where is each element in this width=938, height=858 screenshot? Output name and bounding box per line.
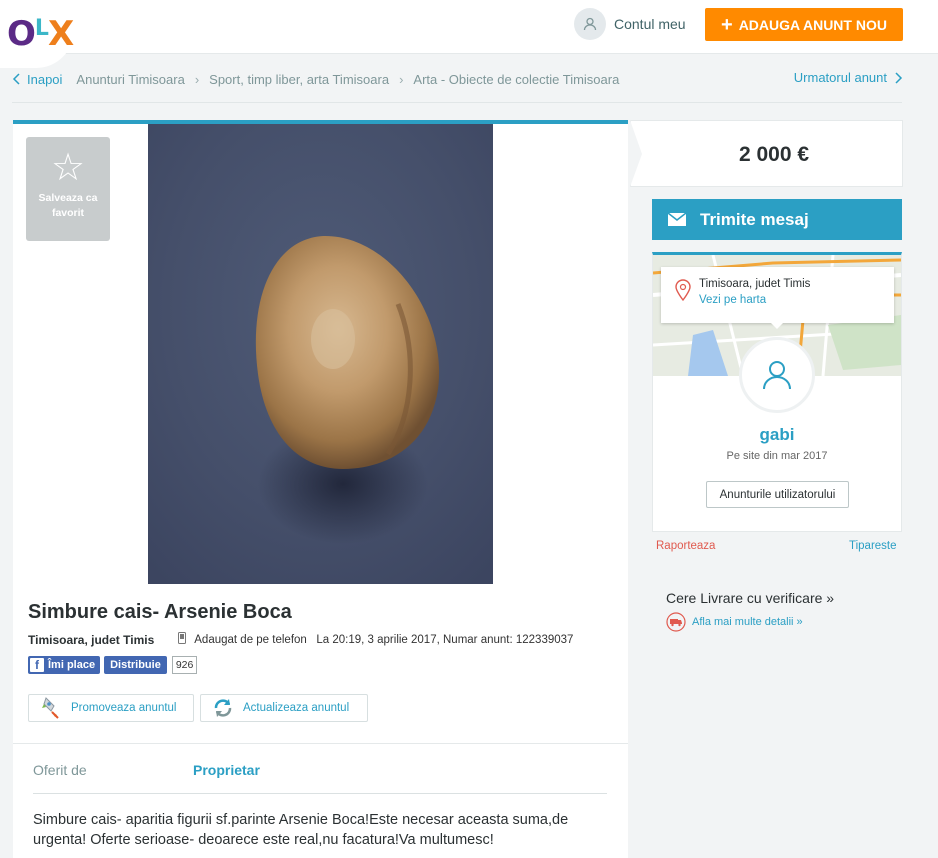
top-header: OLX Contul meu + ADAUGA ANUNT NOU	[0, 0, 938, 68]
rocket-icon	[39, 696, 63, 720]
delivery-more-link[interactable]: Afla mai multe detalii »	[666, 612, 803, 632]
account-label: Contul meu	[614, 16, 686, 32]
delivery-title-link[interactable]: Cere Livrare cu verificare »	[666, 590, 834, 606]
user-ads-button[interactable]: Anunturile utilizatorului	[706, 481, 849, 508]
seller-since: Pe site din mar 2017	[726, 450, 828, 462]
favorite-label: Salveaza ca favorit	[38, 192, 98, 219]
price-box: 2 000 €	[630, 120, 903, 187]
ad-description: Simbure cais- aparitia figurii sf.parint…	[33, 812, 569, 848]
add-ad-label: ADAUGA ANUNT NOU	[738, 16, 887, 33]
facebook-share-label: Distribuie	[110, 659, 161, 671]
phone-icon	[178, 632, 187, 647]
offered-by-value[interactable]: Proprietar	[193, 762, 260, 793]
facebook-share-button[interactable]: Distribuie	[104, 656, 167, 674]
send-message-label: Trimite mesaj	[700, 209, 809, 229]
chevron-right-icon: ›	[194, 71, 200, 87]
seller-card: Timisoara, judet Timis Vezi pe harta gab…	[652, 252, 902, 532]
promote-ad-label: Promoveaza anuntul	[71, 702, 177, 714]
map-card-tip	[771, 323, 783, 329]
back-label: Inapoi	[27, 71, 63, 87]
olx-logo[interactable]: OLX	[0, 0, 74, 68]
breadcrumb-item-city[interactable]: Anunturi Timisoara	[76, 72, 184, 87]
breadcrumb-item-category[interactable]: Sport, timp liber, arta Timisoara	[209, 72, 389, 87]
facebook-icon: f	[30, 658, 44, 672]
user-icon	[763, 361, 791, 390]
ad-photo[interactable]	[148, 124, 493, 584]
ad-main-card: ☆ Salveaza ca favorit Simbure cais- Arse…	[13, 120, 628, 858]
seller-name[interactable]: gabi	[653, 425, 901, 445]
account-link[interactable]: Contul meu	[574, 8, 686, 40]
report-link[interactable]: Raporteaza	[656, 540, 715, 552]
chevron-right-icon	[895, 71, 903, 84]
facebook-like-button[interactable]: f Îmi place	[28, 656, 101, 674]
refresh-ad-button[interactable]: Actualizeaza anuntul	[200, 694, 368, 722]
map-location-card: Timisoara, judet Timis Vezi pe harta	[661, 267, 894, 329]
facebook-like-label: Îmi place	[48, 659, 96, 671]
user-icon	[574, 8, 606, 40]
ad-added-info: Adaugat de pe telefon La 20:19, 3 aprili…	[194, 633, 574, 646]
next-ad-link[interactable]: Urmatorul anunt	[794, 70, 903, 85]
social-share: f Îmi place Distribuie 926	[28, 656, 198, 674]
section-divider	[13, 743, 628, 744]
refresh-ad-label: Actualizeaza anuntul	[243, 702, 350, 714]
ad-actions: Promoveaza anuntul Actualizeaza anuntul	[28, 694, 374, 722]
print-link[interactable]: Tipareste	[849, 540, 897, 552]
location-pin-icon	[675, 279, 691, 301]
delivery-more-label: Afla mai multe detalii »	[692, 616, 803, 628]
offered-by-row: Oferit de Proprietar	[33, 762, 607, 794]
plus-icon: +	[721, 13, 733, 36]
refresh-icon	[211, 696, 235, 720]
add-ad-button[interactable]: + ADAUGA ANUNT NOU	[705, 8, 903, 41]
chevron-left-icon	[12, 73, 20, 85]
breadcrumb: Inapoi Anunturi Timisoara › Sport, timp …	[12, 70, 619, 88]
promote-ad-button[interactable]: Promoveaza anuntul	[28, 694, 194, 722]
back-link[interactable]: Inapoi	[12, 72, 62, 87]
offered-by-key: Oferit de	[33, 762, 87, 778]
ad-meta: Timisoara, judet Timis Adaugat de pe tel…	[28, 632, 573, 647]
delivery-truck-icon	[666, 612, 686, 632]
envelope-icon	[668, 213, 686, 226]
ad-location[interactable]: Timisoara, judet Timis	[28, 633, 154, 647]
price: 2 000 €	[738, 143, 810, 166]
ad-title: Simbure cais- Arsenie Boca	[28, 601, 292, 623]
share-count: 926	[171, 656, 198, 674]
breadcrumb-item-subcategory[interactable]: Arta - Obiecte de colectie Timisoara	[413, 72, 619, 87]
favorite-button[interactable]: ☆ Salveaza ca favorit	[26, 137, 110, 241]
next-ad-label: Urmatorul anunt	[793, 70, 887, 85]
send-message-button[interactable]: Trimite mesaj	[652, 199, 902, 240]
logo-text: OLX	[7, 14, 74, 54]
star-icon: ☆	[50, 147, 86, 189]
map-city: Timisoara, judet Timis	[699, 278, 811, 290]
seller-avatar	[739, 337, 815, 413]
chevron-right-icon: ›	[399, 71, 404, 87]
price-notch	[630, 120, 642, 187]
view-map-link[interactable]: Vezi pe harta	[699, 294, 766, 306]
breadcrumb-divider	[12, 102, 902, 103]
